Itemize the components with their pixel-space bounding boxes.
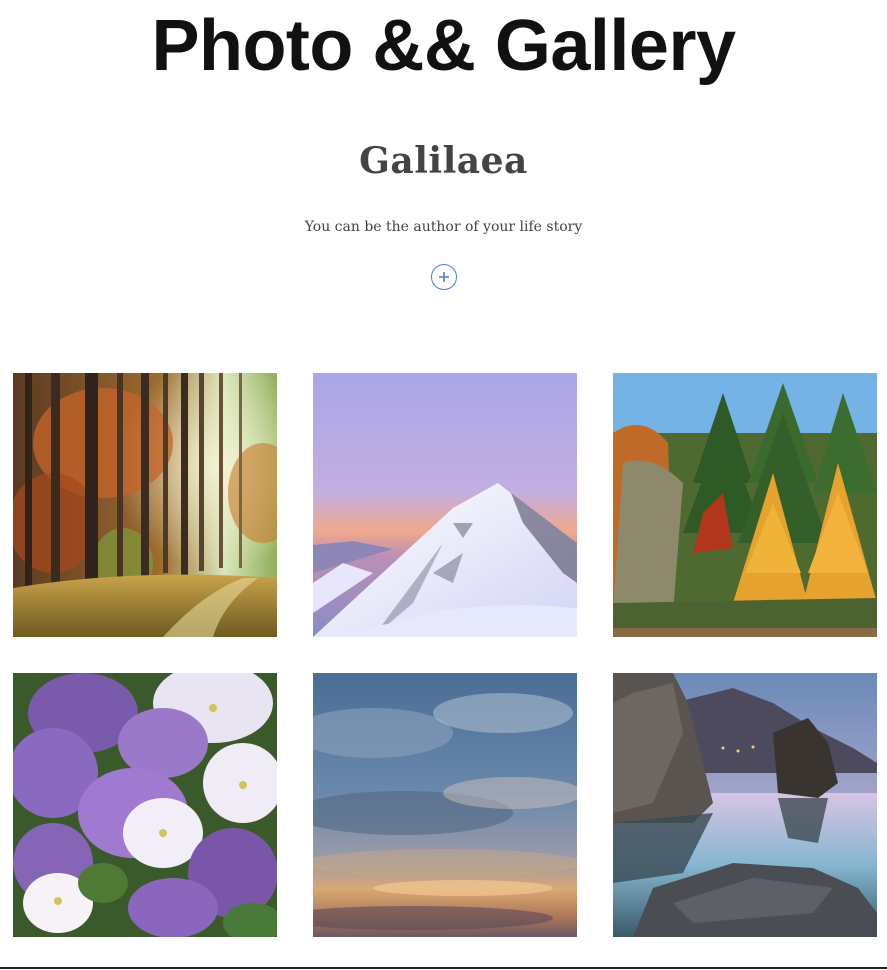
lake-rocks-image: [613, 673, 877, 937]
autumn-trees-image: [613, 373, 877, 637]
lake-rocks-photo[interactable]: [613, 673, 877, 937]
autumn-forest-photo[interactable]: [13, 373, 277, 637]
autumn-forest-image: [13, 373, 277, 637]
bottom-divider: [0, 967, 887, 969]
sunset-clouds-image: [313, 673, 577, 937]
purple-flowers-image: [13, 673, 277, 937]
autumn-trees-photo[interactable]: [613, 373, 877, 637]
photo-gallery: [0, 0, 887, 970]
sunset-clouds-photo[interactable]: [313, 673, 577, 937]
snowy-mountain-image: [313, 373, 577, 637]
purple-flowers-photo[interactable]: [13, 673, 277, 937]
snowy-mountain-photo[interactable]: [313, 373, 577, 637]
